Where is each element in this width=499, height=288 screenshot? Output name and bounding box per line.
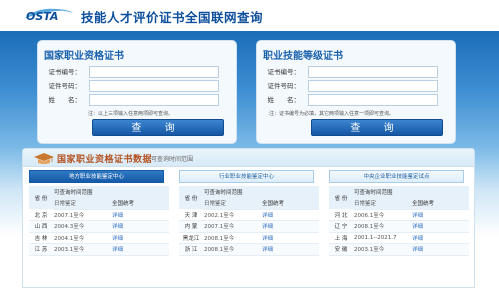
daily-range-cell: 2004.1至今 bbox=[53, 232, 111, 244]
table-row: 吉 林 2004.1至今 详细 bbox=[29, 232, 169, 244]
province-cell: 天 津 bbox=[179, 209, 203, 221]
panel-title: 国家职业资格证书 bbox=[44, 51, 124, 62]
daily-header: 日常鉴定 bbox=[353, 198, 411, 210]
daily-range-cell: 2008.1至今 bbox=[353, 220, 411, 233]
cert-number-label: 证书编号： bbox=[48, 68, 82, 76]
region-table-col2: 省 份可查询时间范围 日常鉴定 全国统考 天 津 2002.1至今 详细 内 蒙 200… bbox=[179, 186, 319, 256]
data-section-subtitle: 可查询时间范围 bbox=[151, 156, 194, 163]
daily-range-cell: 2007.1至今 bbox=[203, 220, 261, 233]
table-row: 天 津 2002.1至今 详细 bbox=[179, 209, 319, 221]
province-cell: 安 徽 bbox=[329, 243, 353, 256]
table-row: 江 苏 2003.1至今 详细 bbox=[29, 243, 169, 256]
province-cell: 浙 江 bbox=[179, 243, 203, 256]
id-number-label: 证件号码： bbox=[48, 82, 82, 90]
range-header: 可查询时间范围 bbox=[203, 186, 319, 198]
province-cell: 江 苏 bbox=[29, 243, 53, 256]
details-link[interactable]: 详细 bbox=[411, 243, 469, 256]
details-link[interactable]: 详细 bbox=[261, 243, 319, 256]
svg-text:OSTA: OSTA bbox=[26, 10, 58, 23]
cert-number-input[interactable] bbox=[308, 66, 438, 78]
daily-range-cell: 2001.1--2021.7 bbox=[353, 232, 411, 244]
details-link[interactable]: 详细 bbox=[111, 232, 169, 244]
daily-header: 日常鉴定 bbox=[203, 198, 261, 210]
id-number-input[interactable] bbox=[308, 80, 438, 92]
national-header: 全国统考 bbox=[411, 198, 469, 210]
table-row: 上 海 2001.1--2021.7 详细 bbox=[329, 232, 469, 244]
table-row: 浙 江 2008.1至今 详细 bbox=[179, 243, 319, 256]
daily-range-cell: 2003.1至今 bbox=[53, 243, 111, 256]
range-header: 可查询时间范围 bbox=[353, 186, 469, 198]
province-cell: 上 海 bbox=[329, 232, 353, 244]
table-row: 辽 宁 2008.1至今 详细 bbox=[329, 220, 469, 233]
tab-central-enterprise-pilot[interactable]: 中央企业职业技能鉴定试点 bbox=[329, 170, 464, 183]
daily-header: 日常鉴定 bbox=[53, 198, 111, 210]
osta-logo: OSTA bbox=[25, 8, 73, 23]
table-row: 北 京 2007.1至今 详细 bbox=[29, 209, 169, 221]
cert-number-input[interactable] bbox=[89, 66, 219, 78]
site-title: 技能人才评价证书全国联网查询 bbox=[81, 10, 264, 25]
cert-number-label: 证书编号： bbox=[267, 68, 301, 76]
data-section-header: 国家职业资格证书数据 可查询时间范围 bbox=[23, 149, 474, 167]
table-row: 黑龙江 2008.1至今 详细 bbox=[179, 232, 319, 244]
province-cell: 黑龙江 bbox=[179, 232, 203, 244]
details-link[interactable]: 详细 bbox=[261, 220, 319, 233]
province-cell: 内 蒙 bbox=[179, 220, 203, 233]
details-link[interactable]: 详细 bbox=[111, 209, 169, 221]
query-hint: 注：证书编号为必填，其它两项输入任意一项即可查询。 bbox=[269, 111, 395, 117]
id-number-label: 证件号码： bbox=[267, 82, 301, 90]
name-input[interactable] bbox=[89, 94, 219, 106]
table-row: 山 西 2004.3至今 详细 bbox=[29, 220, 169, 233]
query-hint: 注：以上三项输入任意两项即可查询。 bbox=[88, 111, 174, 117]
daily-range-cell: 2003.1至今 bbox=[353, 243, 411, 256]
province-header: 省 份 bbox=[29, 186, 53, 209]
details-link[interactable]: 详细 bbox=[261, 232, 319, 244]
details-link[interactable]: 详细 bbox=[261, 209, 319, 221]
query-button[interactable]: 查 询 bbox=[311, 119, 443, 136]
daily-range-cell: 2008.1至今 bbox=[203, 232, 261, 244]
details-link[interactable]: 详细 bbox=[411, 209, 469, 221]
province-cell: 北 京 bbox=[29, 209, 53, 221]
tab-local-appraisal-center[interactable]: 地方职业技能鉴定中心 bbox=[29, 170, 164, 183]
range-header: 可查询时间范围 bbox=[53, 186, 169, 198]
table-row: 安 徽 2003.1至今 详细 bbox=[329, 243, 469, 256]
national-qualification-query-panel: 国家职业资格证书 证书编号： 证件号码： 姓 名： 注：以上三项输入任意两项即可… bbox=[37, 40, 237, 144]
table-row: 内 蒙 2007.1至今 详细 bbox=[179, 220, 319, 233]
site-header: OSTA 技能人才评价证书全国联网查询 bbox=[0, 0, 499, 31]
province-cell: 山 西 bbox=[29, 220, 53, 233]
id-number-input[interactable] bbox=[89, 80, 219, 92]
graduation-cap-icon bbox=[34, 153, 54, 164]
table-row: 河 北 2006.1至今 详细 bbox=[329, 209, 469, 221]
province-cell: 辽 宁 bbox=[329, 220, 353, 233]
name-input[interactable] bbox=[308, 94, 438, 106]
details-link[interactable]: 详细 bbox=[411, 232, 469, 244]
daily-range-cell: 2007.1至今 bbox=[53, 209, 111, 221]
daily-range-cell: 2006.1至今 bbox=[353, 209, 411, 221]
province-header: 省 份 bbox=[179, 186, 203, 209]
query-button[interactable]: 查 询 bbox=[92, 119, 224, 136]
daily-range-cell: 2002.1至今 bbox=[203, 209, 261, 221]
national-header: 全国统考 bbox=[111, 198, 169, 210]
name-label: 姓 名： bbox=[267, 96, 301, 104]
skill-level-query-panel: 职业技能等级证书 证书编号： 证件号码： 姓 名： 注：证书编号为必填，其它两项… bbox=[256, 40, 456, 144]
certificate-data-section: 国家职业资格证书数据 可查询时间范围 地方职业技能鉴定中心 行业职业技能鉴定中心… bbox=[22, 148, 475, 288]
province-cell: 吉 林 bbox=[29, 232, 53, 244]
panel-title: 职业技能等级证书 bbox=[263, 51, 343, 62]
daily-range-cell: 2008.1至今 bbox=[203, 243, 261, 256]
region-table-col1: 省 份可查询时间范围 日常鉴定 全国统考 北 京 2007.1至今 详细 山 西 200… bbox=[29, 186, 169, 256]
details-link[interactable]: 详细 bbox=[111, 220, 169, 233]
details-link[interactable]: 详细 bbox=[111, 243, 169, 256]
province-cell: 河 北 bbox=[329, 209, 353, 221]
region-table-col3: 省 份可查询时间范围 日常鉴定 全国统考 河 北 2006.1至今 详细 辽 宁 200… bbox=[329, 186, 469, 256]
details-link[interactable]: 详细 bbox=[411, 220, 469, 233]
name-label: 姓 名： bbox=[48, 96, 82, 104]
national-header: 全国统考 bbox=[261, 198, 319, 210]
province-header: 省 份 bbox=[329, 186, 353, 209]
daily-range-cell: 2004.3至今 bbox=[53, 220, 111, 233]
data-section-title: 国家职业资格证书数据 bbox=[57, 155, 153, 165]
tab-industry-appraisal-center[interactable]: 行业职业技能鉴定中心 bbox=[179, 170, 314, 183]
